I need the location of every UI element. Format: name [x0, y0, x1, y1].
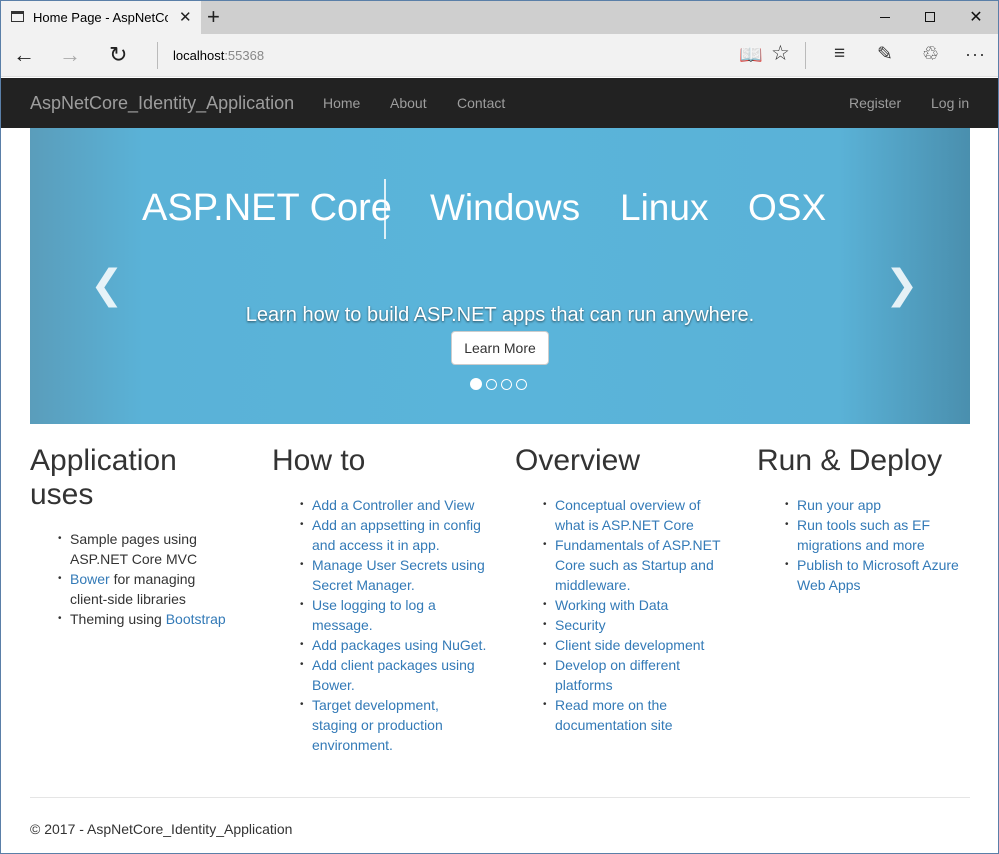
web-note-icon[interactable]: ✎ — [877, 43, 893, 66]
url-field[interactable]: localhost:55368 — [173, 48, 264, 63]
url-divider — [157, 42, 158, 69]
list-item[interactable]: Develop on different platforms — [543, 655, 730, 695]
list-item: Bower for managing client-side libraries — [58, 569, 230, 609]
maximize-icon — [925, 12, 935, 22]
hub-icon[interactable]: ≡ — [834, 43, 845, 65]
refresh-icon[interactable]: ↻ — [109, 42, 127, 68]
carousel-indicators — [470, 377, 527, 391]
browser-title-bar: Home Page - AspNetCo ✕ + ✕ — [1, 1, 998, 34]
column-heading: Run & Deploy — [757, 444, 943, 477]
minimize-icon — [880, 17, 890, 18]
list-item[interactable]: Add a Controller and View — [300, 495, 487, 515]
brand-link[interactable]: AspNetCore_Identity_Application — [30, 93, 294, 114]
column-heading: Application uses — [30, 444, 177, 511]
list-item[interactable]: Add an appsetting in config and access i… — [300, 515, 487, 555]
list-item[interactable]: Client side development — [543, 635, 730, 655]
minimize-button[interactable] — [862, 1, 908, 34]
back-icon[interactable]: ← — [13, 42, 35, 68]
carousel-next-icon[interactable]: ❯ — [885, 262, 919, 308]
nav-about[interactable]: About — [390, 95, 427, 111]
list-item: Theming using Bootstrap — [58, 609, 230, 629]
share-icon[interactable]: ♲ — [922, 43, 939, 66]
banner-separator — [384, 179, 386, 239]
footer-divider — [30, 797, 970, 798]
banner-windows: Windows — [430, 187, 581, 228]
footer-copyright: © 2017 - AspNetCore_Identity_Application — [30, 821, 293, 837]
nav-home[interactable]: Home — [323, 95, 360, 111]
carousel-indicator-1[interactable] — [470, 378, 482, 390]
column-how-to: How to Add a Controller and View Add an … — [272, 444, 487, 755]
nav-register[interactable]: Register — [849, 95, 901, 111]
carousel-indicator-3[interactable] — [501, 378, 512, 390]
list-item[interactable]: Use logging to log a message. — [300, 595, 487, 635]
banner-aspnet-core: ASP.NET Core — [142, 187, 392, 229]
list-item: Sample pages using ASP.NET Core MVC — [58, 529, 230, 569]
close-tab-icon[interactable]: ✕ — [179, 8, 192, 26]
column-heading: Overview — [515, 444, 641, 477]
close-window-button[interactable]: ✕ — [953, 1, 999, 34]
list-item[interactable]: Run your app — [785, 495, 972, 515]
list-item[interactable]: Security — [543, 615, 730, 635]
maximize-button[interactable] — [907, 1, 953, 34]
learn-more-button[interactable]: Learn More — [451, 331, 549, 365]
list-item[interactable]: Conceptual overview of what is ASP.NET C… — [543, 495, 730, 535]
column-run-deploy: Run & Deploy Run your app Run tools such… — [757, 444, 972, 595]
column-application-uses: Application uses Sample pages using ASP.… — [30, 444, 230, 629]
column-heading: How to — [272, 444, 366, 477]
carousel-caption: Learn how to build ASP.NET apps that can… — [245, 304, 755, 326]
list-item[interactable]: Run tools such as EF migrations and more — [785, 515, 972, 555]
page-icon — [11, 11, 24, 22]
list-item-text: Theming using — [70, 611, 166, 627]
column-list: Conceptual overview of what is ASP.NET C… — [515, 495, 730, 735]
list-item[interactable]: Add client packages using Bower. — [300, 655, 487, 695]
bower-link[interactable]: Bower — [70, 571, 110, 587]
carousel-indicator-2[interactable] — [486, 378, 497, 390]
banner-linux: Linux — [620, 187, 709, 228]
hero-carousel: ASP.NET Core Windows Linux OSX ❮ ❯ Learn… — [30, 128, 970, 424]
favorite-star-icon[interactable]: ☆ — [771, 41, 790, 66]
more-icon[interactable]: ··· — [965, 44, 986, 65]
nav-login[interactable]: Log in — [931, 95, 969, 111]
nav-contact[interactable]: Contact — [457, 95, 505, 111]
list-item[interactable]: Publish to Microsoft Azure Web Apps — [785, 555, 972, 595]
column-list: Add a Controller and View Add an appsett… — [272, 495, 487, 755]
address-bar: ← → ↻ localhost:55368 📖 ☆ ≡ ✎ ♲ ··· — [1, 34, 998, 77]
list-item[interactable]: Read more on the documentation site — [543, 695, 730, 735]
carousel-prev-icon[interactable]: ❮ — [90, 262, 124, 308]
column-list: Sample pages using ASP.NET Core MVC Bowe… — [30, 529, 230, 629]
tab-title: Home Page - AspNetCo — [33, 10, 168, 25]
url-port: :55368 — [224, 48, 265, 63]
new-tab-icon[interactable]: + — [207, 4, 220, 30]
url-host: localhost — [173, 48, 225, 63]
browser-tab[interactable]: Home Page - AspNetCo ✕ — [1, 1, 201, 34]
forward-icon[interactable]: → — [59, 42, 81, 68]
carousel-indicator-4[interactable] — [516, 378, 527, 390]
list-item[interactable]: Working with Data — [543, 595, 730, 615]
reading-view-icon[interactable]: 📖 — [739, 43, 763, 67]
site-navbar: AspNetCore_Identity_Application Home Abo… — [1, 78, 998, 128]
list-item[interactable]: Add packages using NuGet. — [300, 635, 487, 655]
list-item[interactable]: Target development, staging or productio… — [300, 695, 487, 755]
column-overview: Overview Conceptual overview of what is … — [515, 444, 730, 735]
list-item[interactable]: Fundamentals of ASP.NET Core such as Sta… — [543, 535, 730, 595]
toolbar-divider — [805, 42, 806, 69]
list-item[interactable]: Manage User Secrets using Secret Manager… — [300, 555, 487, 595]
bootstrap-link[interactable]: Bootstrap — [166, 611, 226, 627]
column-list: Run your app Run tools such as EF migrat… — [757, 495, 972, 595]
banner-osx: OSX — [748, 187, 827, 228]
